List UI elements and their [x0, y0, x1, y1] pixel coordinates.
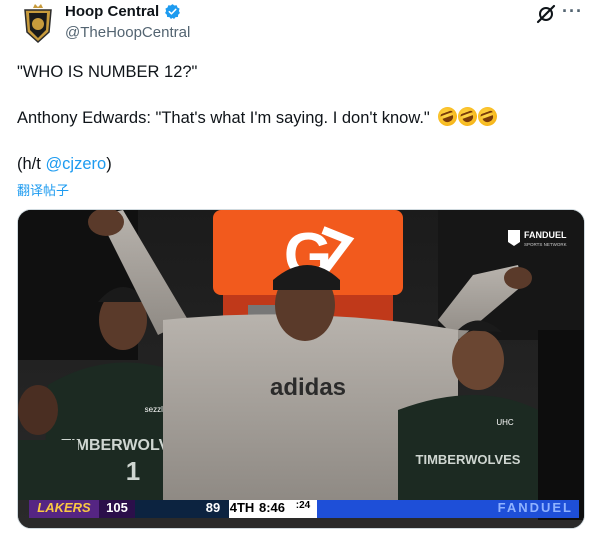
- arena-bench-scene: G FANDUEL SPORTS NETWORK TIMBERWOLVES 1 …: [18, 210, 584, 528]
- hat-tip-prefix: (h/t: [17, 155, 46, 173]
- svg-text:UHC: UHC: [496, 418, 514, 427]
- shot-clock: :24: [289, 500, 317, 518]
- svg-text:SPORTS NETWORK: SPORTS NETWORK: [524, 242, 567, 247]
- hoodie-logo: adidas: [270, 374, 346, 401]
- svg-text:TIMBERWOLVES: TIMBERWOLVES: [416, 452, 521, 467]
- author-handle[interactable]: @TheHoopCentral: [65, 24, 190, 41]
- scoreboard-bar: LAKERS 105 89 4TH 8:46 :24 FANDUEL: [29, 500, 579, 518]
- more-options-icon[interactable]: ···: [562, 1, 583, 22]
- tweet-text-line-1: "WHO IS NUMBER 12?": [17, 63, 198, 81]
- tweet-quote: Anthony Edwards: "That's what I'm saying…: [17, 109, 430, 127]
- tweet-media-image[interactable]: G FANDUEL SPORTS NETWORK TIMBERWOLVES 1 …: [17, 209, 585, 529]
- wolves-score: 89: [197, 500, 229, 518]
- rofl-emoji-icon: [435, 104, 501, 129]
- avatar[interactable]: [22, 4, 54, 44]
- fanduel-banner: FANDUEL: [335, 500, 579, 518]
- svg-text:1: 1: [126, 456, 140, 486]
- tweet-header: Hoop Central @TheHoopCentral ···: [0, 0, 595, 52]
- tweet-text-line-2: Anthony Edwards: "That's what I'm saying…: [17, 104, 501, 129]
- mention-link[interactable]: @cjzero: [45, 155, 106, 173]
- grok-icon[interactable]: [536, 4, 556, 24]
- game-clock: 8:46: [255, 500, 289, 518]
- verified-badge-icon: [165, 4, 181, 20]
- tweet-text-line-3: (h/t @cjzero): [17, 155, 112, 174]
- fanduel-shield-icon: [317, 500, 335, 518]
- translate-post-link[interactable]: 翻译帖子: [17, 180, 69, 199]
- svg-text:FANDUEL: FANDUEL: [524, 230, 567, 240]
- author-name[interactable]: Hoop Central: [65, 3, 159, 20]
- game-quarter: 4TH: [229, 500, 255, 518]
- hat-tip-suffix: ): [106, 155, 112, 173]
- lakers-team: LAKERS: [29, 500, 99, 518]
- wolves-team: [135, 500, 197, 518]
- lakers-score: 105: [99, 500, 135, 518]
